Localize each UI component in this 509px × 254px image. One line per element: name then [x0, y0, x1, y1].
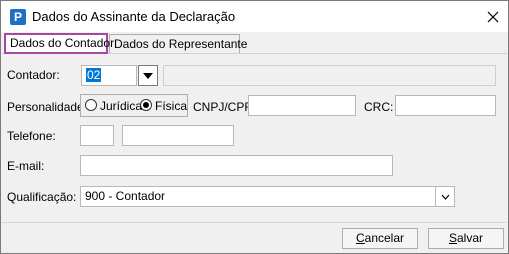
cancel-accelerator: C: [355, 231, 365, 245]
close-icon: [487, 11, 499, 23]
save-accelerator: S: [448, 231, 457, 245]
cancel-button[interactable]: Cancelar: [342, 228, 418, 249]
qualificacao-value: 900 - Contador: [85, 189, 166, 203]
chevron-down-icon: [143, 72, 153, 79]
contador-name-field: [163, 65, 496, 86]
qualificacao-select[interactable]: 900 - Contador: [80, 186, 455, 207]
crc-label: CRC:: [364, 100, 394, 114]
footer-divider: [2, 222, 507, 223]
window-title: Dados do Assinante da Declaração: [32, 9, 236, 24]
title-bar: P Dados do Assinante da Declaração: [1, 1, 508, 32]
tab-dados-representante[interactable]: Dados do Representante: [109, 34, 247, 54]
cancel-label: ancelar: [364, 231, 405, 245]
close-button[interactable]: [479, 5, 507, 29]
telefone-ddd-field[interactable]: [80, 125, 114, 146]
app-p-icon: P: [10, 9, 26, 25]
email-field[interactable]: [80, 155, 393, 176]
contador-code-value: 02: [86, 68, 102, 82]
telefone-label: Telefone:: [7, 129, 56, 143]
qualificacao-label: Qualificação:: [7, 190, 77, 204]
save-label: alvar: [457, 231, 484, 245]
cnpj-cpf-label: CNPJ/CPF:: [193, 100, 256, 114]
tab-dados-contador[interactable]: Dados do Contador: [4, 33, 114, 54]
contador-code-field[interactable]: 02: [81, 65, 137, 86]
radio-juridica[interactable]: [85, 99, 97, 111]
personalidade-group: Jurídica Física: [80, 94, 188, 117]
personalidade-label: Personalidade:: [7, 100, 88, 114]
radio-fisica-label[interactable]: Física: [155, 99, 187, 113]
radio-juridica-label[interactable]: Jurídica: [100, 99, 142, 113]
crc-field[interactable]: [395, 95, 496, 116]
dialog-window: P Dados do Assinante da Declaração Dados…: [0, 0, 509, 254]
radio-fisica[interactable]: [140, 99, 152, 111]
cnpj-cpf-field[interactable]: [248, 95, 356, 116]
qualificacao-dropdown-button[interactable]: [435, 187, 454, 206]
email-label: E-mail:: [7, 159, 45, 173]
save-button[interactable]: Salvar: [428, 228, 504, 249]
contador-label: Contador:: [7, 68, 60, 82]
chevron-down-icon: [441, 194, 449, 200]
contador-dropdown-button[interactable]: [138, 65, 158, 86]
tab-strip: Dados do Contador Dados do Representante: [1, 33, 508, 54]
telefone-numero-field[interactable]: [122, 125, 234, 146]
